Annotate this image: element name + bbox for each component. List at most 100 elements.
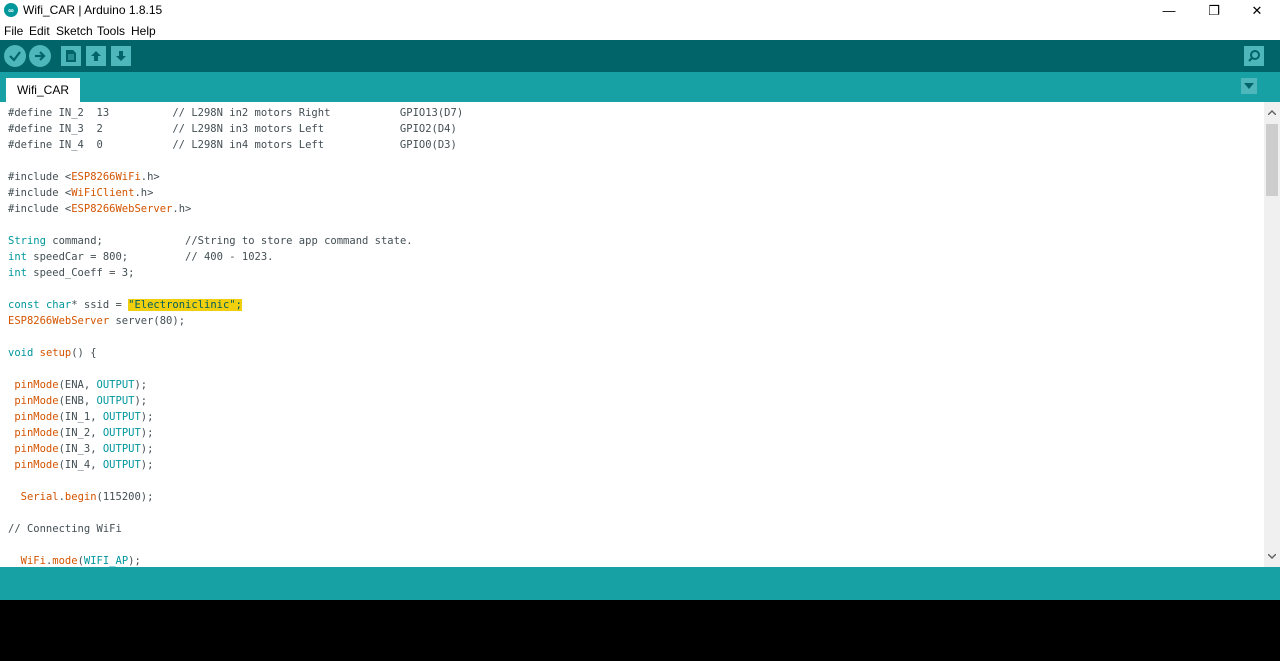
code-token: ); <box>134 379 148 391</box>
code-token: #define IN_3 2 // L298N in3 motors Left … <box>8 123 457 135</box>
code-token: pinMode <box>14 395 59 407</box>
menu-file[interactable]: File <box>4 24 23 38</box>
menu-help[interactable]: Help <box>131 24 156 38</box>
code-token: int <box>8 251 27 263</box>
scroll-up-button[interactable] <box>1264 104 1280 120</box>
code-editor[interactable]: #define IN_2 13 // L298N in2 motors Righ… <box>0 102 1264 567</box>
code-token: ESP8266WiFi <box>71 171 141 183</box>
code-token: mode <box>52 555 78 567</box>
code-token: OUTPUT <box>102 459 141 471</box>
code-line: // Connecting WiFi <box>8 521 122 537</box>
code-token: speed_Coeff = 3; <box>26 267 135 279</box>
code-token: pinMode <box>14 379 59 391</box>
title-bar: ∞ Wifi_CAR | Arduino 1.8.15 — ❐ ✕ <box>0 0 1280 21</box>
scroll-down-button[interactable] <box>1264 548 1280 564</box>
code-token: #include <box>8 203 65 215</box>
save-icon <box>116 51 126 61</box>
code-token: pinMode <box>14 443 59 455</box>
chevron-down-icon <box>1268 553 1276 559</box>
code-token: (IN_3, <box>58 443 103 455</box>
serial-monitor-icon <box>1248 50 1260 62</box>
menu-sketch[interactable]: Sketch <box>56 24 93 38</box>
toolbar <box>0 40 1280 72</box>
code-line: #include <ESP8266WiFi.h> <box>8 169 160 185</box>
code-line: #define IN_2 13 // L298N in2 motors Righ… <box>8 105 463 121</box>
code-line: #include <WiFiClient.h> <box>8 185 153 201</box>
verify-button[interactable] <box>4 45 26 67</box>
code-token: // Connecting WiFi <box>8 523 122 535</box>
open-icon <box>91 51 101 61</box>
editor-scrollbar[interactable] <box>1264 102 1280 567</box>
code-token: (115200); <box>96 491 154 503</box>
code-token: OUTPUT <box>102 427 141 439</box>
code-token: #include <box>8 171 65 183</box>
save-sketch-button[interactable] <box>111 46 131 66</box>
arduino-ide-window: ∞ Wifi_CAR | Arduino 1.8.15 — ❐ ✕ File E… <box>0 0 1280 661</box>
code-line: int speed_Coeff = 3; <box>8 265 134 281</box>
code-token: command; //String to store app command s… <box>45 235 413 247</box>
code-line: pinMode(ENA, OUTPUT); <box>8 377 147 393</box>
code-line: pinMode(IN_2, OUTPUT); <box>8 425 153 441</box>
code-token: ); <box>134 395 148 407</box>
chevron-up-icon <box>1268 109 1276 115</box>
close-button[interactable]: ✕ <box>1234 0 1280 21</box>
menu-tools[interactable]: Tools <box>97 24 125 38</box>
code-token: (IN_1, <box>58 411 103 423</box>
menu-bar: File Edit Sketch Tools Help <box>0 21 1280 40</box>
code-token: WiFi <box>20 555 46 567</box>
chevron-down-icon <box>1244 83 1254 89</box>
code-token: ); <box>128 555 141 567</box>
code-token: .h> <box>134 187 154 199</box>
code-line: const char* ssid = "Electroniclinic"; <box>8 297 242 313</box>
upload-icon <box>35 51 46 61</box>
code-token: "Electroniclinic"; <box>128 299 242 311</box>
code-token: int <box>8 267 27 279</box>
code-token: ); <box>140 411 154 423</box>
code-token: String <box>8 235 46 247</box>
code-token: const <box>8 299 40 311</box>
code-token: (IN_2, <box>58 427 103 439</box>
code-line: ESP8266WebServer server(80); <box>8 313 185 329</box>
console-output <box>0 600 1280 661</box>
code-token: (ENA, <box>58 379 97 391</box>
window-title: Wifi_CAR | Arduino 1.8.15 <box>23 3 163 17</box>
code-line: #define IN_3 2 // L298N in3 motors Left … <box>8 121 457 137</box>
code-token: setup <box>39 347 72 359</box>
new-sketch-button[interactable] <box>61 46 81 66</box>
open-sketch-button[interactable] <box>86 46 106 66</box>
code-token: () { <box>71 347 97 359</box>
code-line: String command; //String to store app co… <box>8 233 413 249</box>
scrollbar-thumb[interactable] <box>1266 124 1278 196</box>
code-line: pinMode(ENB, OUTPUT); <box>8 393 147 409</box>
serial-monitor-button[interactable] <box>1244 46 1264 66</box>
tab-wifi-car[interactable]: Wifi_CAR <box>6 78 80 102</box>
code-token: .h> <box>172 203 192 215</box>
upload-button[interactable] <box>29 45 51 67</box>
code-token: void <box>8 347 34 359</box>
code-token: WIFI_AP <box>83 555 129 567</box>
code-line: #include <ESP8266WebServer.h> <box>8 201 191 217</box>
code-token: OUTPUT <box>96 379 135 391</box>
code-token: OUTPUT <box>102 411 141 423</box>
verify-icon <box>9 51 21 62</box>
code-token: OUTPUT <box>102 443 141 455</box>
code-token: OUTPUT <box>96 395 135 407</box>
code-token: #define IN_4 0 // L298N in4 motors Left … <box>8 139 457 151</box>
code-token: pinMode <box>14 411 59 423</box>
code-line: void setup() { <box>8 345 97 361</box>
code-token: .h> <box>140 171 160 183</box>
minimize-button[interactable]: — <box>1146 0 1192 21</box>
code-token: pinMode <box>14 427 59 439</box>
tab-menu-button[interactable] <box>1241 78 1257 94</box>
code-token: ); <box>140 427 154 439</box>
code-line: #define IN_4 0 // L298N in4 motors Left … <box>8 137 457 153</box>
code-token: * ssid = <box>71 299 129 311</box>
code-token: WiFiClient <box>71 187 135 199</box>
status-bar <box>0 567 1280 600</box>
code-line: pinMode(IN_1, OUTPUT); <box>8 409 153 425</box>
restore-button[interactable]: ❐ <box>1191 0 1237 21</box>
menu-edit[interactable]: Edit <box>29 24 50 38</box>
code-token: ESP8266WebServer <box>8 315 110 327</box>
